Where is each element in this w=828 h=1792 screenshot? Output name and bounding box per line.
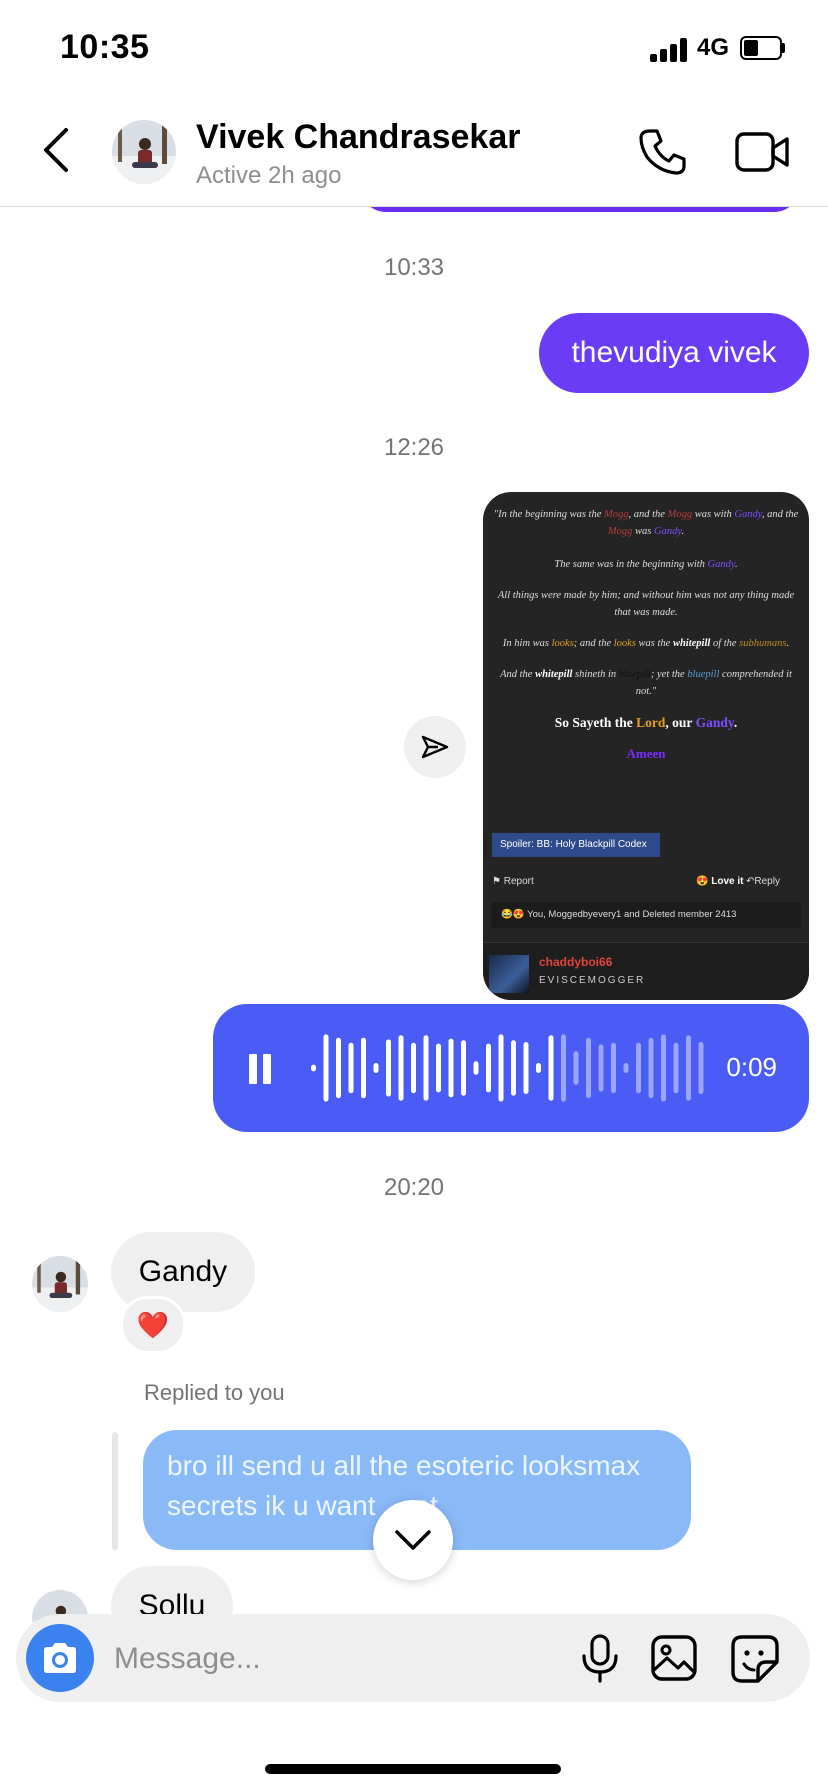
waveform-bar — [648, 1037, 654, 1099]
message-input[interactable] — [112, 1614, 496, 1704]
reply-link: ↶Reply — [746, 876, 780, 887]
waveform-bar — [623, 1062, 629, 1074]
waveform-bar — [336, 1037, 341, 1099]
card-line: All things were made by him; and without… — [497, 590, 795, 618]
waveform-bar — [436, 1043, 441, 1093]
reply-quote-bar — [112, 1432, 118, 1550]
waveform-bar — [636, 1042, 641, 1094]
timestamp: 10:33 — [383, 254, 445, 281]
waveform-bar — [686, 1035, 691, 1101]
waveform-bar — [536, 1062, 541, 1074]
share-button[interactable] — [404, 716, 466, 778]
love-link: 😍 Love it — [696, 876, 744, 887]
waveform-bar — [473, 1061, 479, 1075]
contact-name[interactable]: Vivek Chandrasekar — [196, 118, 520, 157]
card-ameen: Ameen — [626, 746, 666, 761]
waveform-bar — [523, 1041, 529, 1095]
chat-header: Vivek Chandrasekar Active 2h ago — [0, 96, 828, 207]
card-user-title: EVISCEMOGGER — [539, 975, 646, 986]
waveform-bar — [323, 1034, 329, 1102]
waveform-bar — [423, 1035, 429, 1101]
card-line: "In the beginning was the Mogg, and the … — [493, 509, 799, 537]
card-sayeth: So Sayeth the Lord, our Gandy. — [554, 715, 738, 730]
card-line: The same was in the beginning with Gandy… — [554, 559, 738, 570]
network-label: 4G — [697, 34, 730, 61]
waveform-bar — [373, 1062, 379, 1074]
share-icon — [421, 735, 449, 759]
reactions-bar: 😂😍 You, Moggedbyevery1 and Deleted membe… — [491, 902, 801, 928]
card-line: And the whitepill shineth in bluepill; y… — [500, 669, 792, 697]
video-icon[interactable] — [734, 128, 790, 176]
card-user: chaddyboi66 EVISCEMOGGER — [483, 942, 809, 1000]
waveform-bar — [548, 1035, 554, 1101]
phone-icon[interactable] — [636, 126, 688, 178]
battery-icon — [740, 36, 785, 60]
heart-icon: ❤️ — [136, 1309, 170, 1340]
card-line: In him was looks; and the looks was the … — [502, 638, 790, 649]
waveform-bar — [411, 1042, 416, 1094]
back-icon[interactable] — [36, 126, 76, 174]
heart-reaction[interactable]: ❤️ — [120, 1296, 186, 1354]
waveform-bar — [498, 1034, 504, 1102]
timestamp: 12:26 — [383, 434, 445, 461]
sticker-icon[interactable] — [730, 1634, 780, 1684]
waveform-bar — [486, 1043, 491, 1093]
waveform-bar — [461, 1040, 466, 1096]
contact-status: Active 2h ago — [196, 162, 342, 189]
shared-screenshot-card[interactable]: "In the beginning was the Mogg, and the … — [483, 492, 809, 1000]
waveform-bar — [561, 1034, 566, 1102]
timestamp: 20:20 — [383, 1174, 445, 1201]
camera-button[interactable] — [26, 1624, 94, 1692]
home-indicator — [265, 1764, 561, 1774]
waveform-bar — [586, 1037, 591, 1099]
waveform-bar — [698, 1041, 704, 1095]
replied-label: Replied to you — [144, 1380, 285, 1405]
mic-icon[interactable] — [578, 1634, 622, 1684]
waveform-bar — [386, 1039, 391, 1097]
contact-avatar[interactable] — [112, 120, 176, 184]
signal-icon — [650, 36, 688, 62]
voice-duration: 0:09 — [726, 1052, 777, 1082]
card-user-avatar — [489, 955, 529, 993]
waveform-bar — [661, 1034, 666, 1102]
scroll-down-button[interactable] — [373, 1500, 453, 1580]
gallery-icon[interactable] — [650, 1634, 698, 1682]
waveform-bar — [398, 1035, 404, 1101]
sender-avatar[interactable] — [32, 1256, 88, 1312]
waveform-bar — [511, 1040, 516, 1096]
pause-icon[interactable] — [249, 1054, 271, 1084]
report-link: ⚑ Report — [492, 876, 534, 887]
chevron-down-icon — [395, 1530, 431, 1550]
waveform-bar — [611, 1042, 616, 1094]
status-time: 10:35 — [60, 28, 150, 66]
camera-icon — [44, 1643, 76, 1673]
voice-message[interactable]: 0:09 — [213, 1004, 809, 1132]
waveform-bar — [361, 1037, 366, 1099]
waveform-bar — [573, 1051, 579, 1085]
spoiler-box: Spoiler: BB: Holy Blackpill Codex — [492, 833, 660, 857]
sent-message-bubble[interactable]: thevudiya vivek — [539, 313, 809, 393]
card-username: chaddyboi66 — [539, 955, 613, 969]
message-composer — [16, 1614, 810, 1704]
waveform-bar — [673, 1042, 679, 1094]
waveform-bar — [348, 1042, 354, 1094]
waveform-bar — [448, 1038, 454, 1098]
voice-waveform[interactable] — [309, 1024, 709, 1112]
waveform-bar — [311, 1064, 316, 1072]
waveform-bar — [598, 1044, 604, 1092]
